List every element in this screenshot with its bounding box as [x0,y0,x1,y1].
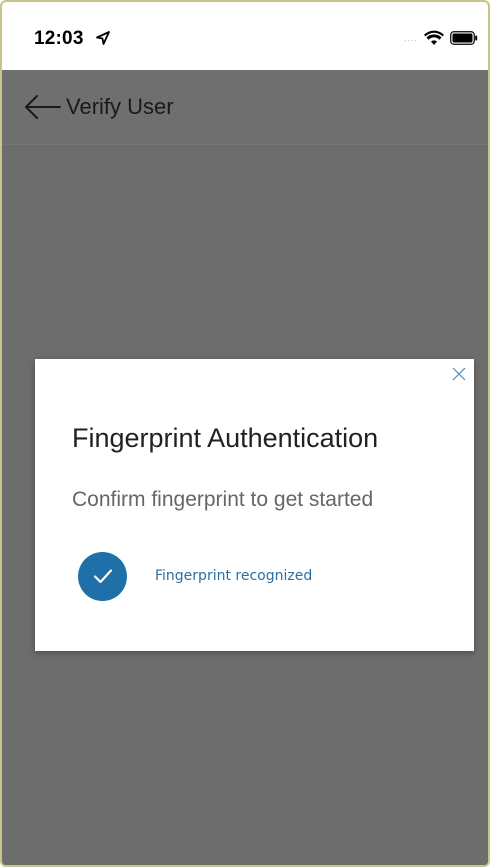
fingerprint-status: Fingerprint recognized [78,551,313,601]
checkmark-icon [93,569,112,584]
page-title: Verify User [66,94,174,119]
status-text: Fingerprint recognized [155,568,313,584]
status-indicators: .... [404,29,478,47]
dialog-title: Fingerprint Authentication [72,423,379,453]
app-header: Verify User [2,70,488,145]
wifi-icon [424,30,444,45]
phone-frame: 12:03 .... Verify User Fingerprint Authe… [0,0,490,867]
status-bar: 12:03 .... [2,2,488,70]
dialog-subtitle: Confirm fingerprint to get started [72,488,374,511]
location-arrow-icon [96,31,110,45]
checkmark-circle-icon [78,551,127,601]
close-icon[interactable] [452,367,466,381]
battery-icon [450,31,478,45]
fingerprint-dialog: Fingerprint Authentication Confirm finge… [35,359,474,651]
back-arrow-icon[interactable] [22,92,62,122]
signal-indicator: .... [403,33,418,43]
status-time: 12:03 [34,28,84,49]
